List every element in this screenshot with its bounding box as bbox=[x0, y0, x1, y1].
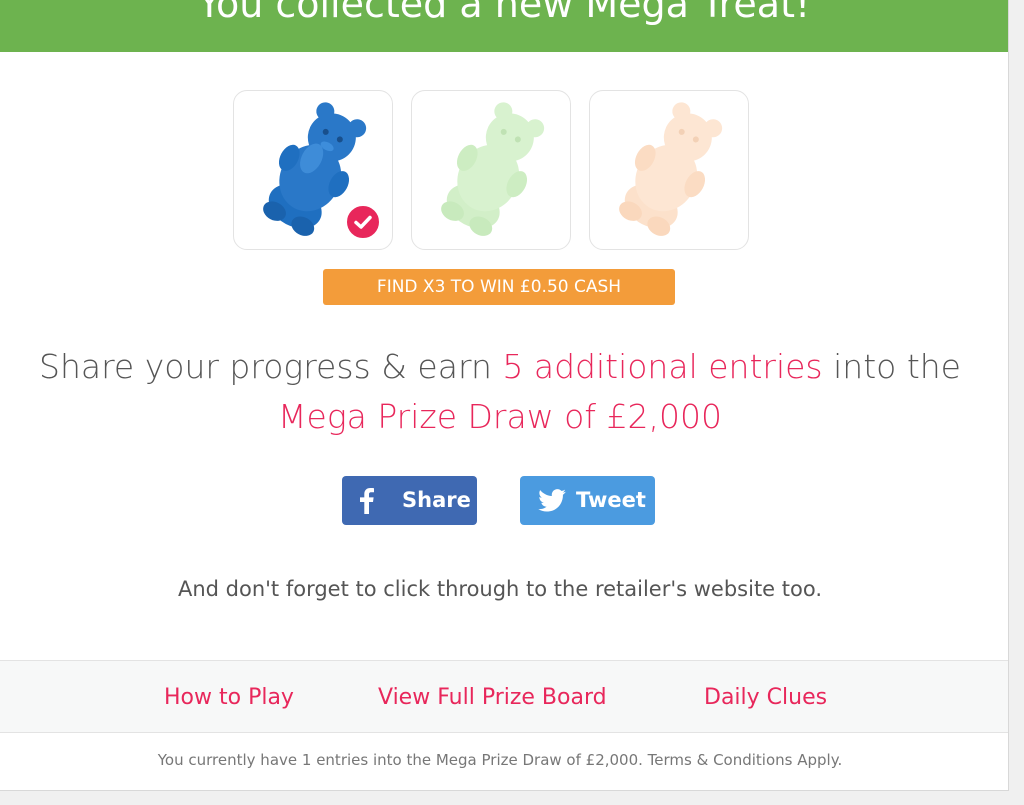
collected-check-icon bbox=[344, 203, 382, 241]
facebook-icon bbox=[360, 488, 374, 514]
twitter-tweet-button[interactable]: Tweet bbox=[520, 476, 655, 525]
share-prompt-suffix: into the bbox=[822, 347, 961, 386]
footer-nav: How to Play View Full Prize Board Daily … bbox=[0, 660, 1008, 733]
daily-clues-link[interactable]: Daily Clues bbox=[704, 681, 827, 715]
view-prize-board-link[interactable]: View Full Prize Board bbox=[378, 681, 607, 715]
header-title: You collected a new Mega Treat! bbox=[197, 0, 811, 26]
treat-slot-1 bbox=[233, 90, 393, 250]
gummy-bear-icon bbox=[619, 102, 723, 236]
share-prompt: Share your progress & earn 5 additional … bbox=[0, 342, 1000, 442]
share-prompt-prize: Mega Prize Draw of £2,000 bbox=[278, 397, 722, 436]
treat-slot-2 bbox=[411, 90, 571, 250]
facebook-share-label: Share bbox=[402, 488, 471, 512]
facebook-share-button[interactable]: Share bbox=[342, 476, 477, 525]
how-to-play-link[interactable]: How to Play bbox=[164, 681, 294, 715]
retailer-reminder: And don't forget to click through to the… bbox=[177, 577, 823, 601]
entries-note: You currently have 1 entries into the Me… bbox=[157, 751, 843, 769]
gummy-bear-icon bbox=[441, 102, 545, 236]
share-prompt-highlight: 5 additional entries bbox=[502, 347, 823, 386]
twitter-tweet-label: Tweet bbox=[576, 488, 646, 512]
goal-badge: FIND X3 TO WIN £0.50 CASH bbox=[323, 269, 675, 305]
header-banner: You collected a new Mega Treat! bbox=[0, 0, 1008, 52]
share-prompt-line-1: Share your progress & earn 5 additional … bbox=[0, 342, 1000, 392]
twitter-bird-icon bbox=[538, 489, 566, 512]
share-prompt-prefix: Share your progress & earn bbox=[39, 347, 503, 386]
treat-modal: You collected a new Mega Treat! FIND X3 … bbox=[0, 0, 1009, 791]
treat-slot-3 bbox=[589, 90, 749, 250]
